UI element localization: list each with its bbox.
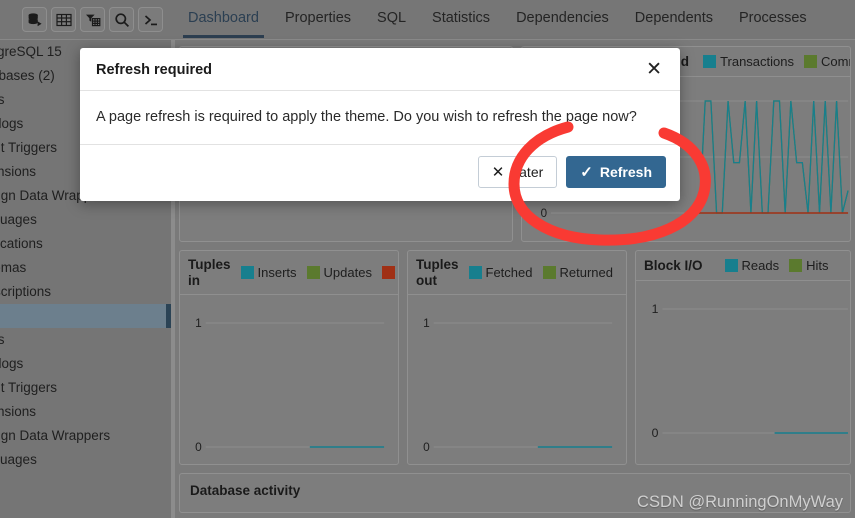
- tab-statistics[interactable]: Statistics: [419, 0, 503, 38]
- legend-swatch-updates: [306, 266, 320, 280]
- tab-dependents[interactable]: Dependents: [622, 0, 726, 38]
- tab-properties[interactable]: Properties: [272, 0, 364, 38]
- panel-title: Block I/O: [644, 257, 703, 273]
- chart-tuples-in: 1 0: [180, 295, 398, 464]
- panel-title: Tuples out: [416, 257, 459, 288]
- tab-sql[interactable]: SQL: [364, 0, 419, 38]
- tree-item-languages-2[interactable]: Languages: [0, 448, 175, 472]
- legend-item-updates[interactable]: Updates: [306, 265, 372, 281]
- tree-item-catalogs-2[interactable]: Catalogs: [0, 352, 175, 376]
- dialog-footer: ✕ Later ✓ Refresh: [80, 145, 680, 201]
- legend-swatch-commits: [804, 55, 817, 68]
- later-button-label: Later: [511, 164, 544, 180]
- legend-swatch-fetched: [468, 266, 482, 280]
- legend-label-commits: Commits: [821, 54, 850, 69]
- tab-processes[interactable]: Processes: [726, 0, 820, 38]
- legend-swatch-deletes: [381, 266, 395, 280]
- legend-swatch-hits: [789, 259, 803, 272]
- dialog-message: A page refresh is required to apply the …: [80, 91, 680, 145]
- legend-label-fetched: Fetched: [485, 265, 533, 281]
- panel-legend: Inserts Updates Deletes: [240, 265, 398, 281]
- check-icon: ✓: [580, 163, 593, 181]
- tree-item-schemas[interactable]: Schemas: [0, 256, 175, 280]
- tree-item-subscriptions[interactable]: Subscriptions: [0, 280, 175, 304]
- object-toolbar: [0, 0, 175, 40]
- legend-label-returned: Returned: [559, 265, 613, 281]
- query-tool-icon[interactable]: [22, 7, 47, 32]
- tab-bar: Dashboard Properties SQL Statistics Depe…: [175, 0, 855, 40]
- tree-item-languages[interactable]: Languages: [0, 208, 175, 232]
- legend-item-hits[interactable]: Hits: [789, 258, 828, 273]
- later-button[interactable]: ✕ Later: [477, 156, 558, 188]
- psql-terminal-icon[interactable]: [138, 7, 163, 32]
- legend-swatch-returned: [542, 266, 556, 280]
- legend-item-transactions[interactable]: Transactions: [703, 54, 794, 69]
- dialog-header: Refresh required ✕: [80, 48, 680, 91]
- legend-label-transactions: Transactions: [720, 54, 794, 69]
- y-tick-0: 0: [541, 207, 548, 220]
- panel-tuples-out: Tuples out Fetched Returned 1 0: [407, 250, 627, 465]
- refresh-required-dialog: Refresh required ✕ A page refresh is req…: [80, 48, 680, 201]
- view-data-icon[interactable]: [51, 7, 76, 32]
- tree-item-publications[interactable]: Publications: [0, 232, 175, 256]
- panel-title: Tuples in: [188, 257, 231, 288]
- panel-legend: Fetched Returned: [468, 265, 619, 281]
- tree-item-db4[interactable]: db4: [0, 304, 175, 328]
- legend-swatch-transactions: [703, 55, 717, 68]
- y-tick-1: 1: [652, 302, 659, 316]
- y-tick-1: 1: [423, 316, 430, 330]
- legend-label-updates: Updates: [323, 265, 372, 281]
- close-icon[interactable]: ✕: [644, 60, 664, 79]
- dialog-title: Refresh required: [96, 61, 213, 78]
- legend-item-reads[interactable]: Reads: [724, 258, 780, 273]
- legend-item-inserts[interactable]: Inserts: [240, 265, 297, 281]
- search-icon[interactable]: [109, 7, 134, 32]
- tab-dashboard[interactable]: Dashboard: [175, 0, 272, 38]
- legend-item-commits[interactable]: Commits: [804, 54, 850, 69]
- panel-tuples-in: Tuples in Inserts Updates Deletes: [179, 250, 399, 465]
- chart-block-io: 1 0: [636, 281, 850, 456]
- legend-label-reads: Reads: [741, 258, 780, 273]
- tab-dependencies[interactable]: Dependencies: [503, 0, 622, 38]
- cross-icon: ✕: [491, 163, 505, 181]
- panel-header: Block I/O Reads Hits: [636, 251, 850, 281]
- legend-item-fetched[interactable]: Fetched: [468, 265, 533, 281]
- legend-item-returned[interactable]: Returned: [542, 265, 613, 281]
- tree-item-casts-2[interactable]: Casts: [0, 328, 175, 352]
- y-tick-1: 1: [195, 316, 202, 330]
- panel-legend: Reads Hits: [724, 258, 835, 273]
- filtered-rows-icon[interactable]: [80, 7, 105, 32]
- refresh-button[interactable]: ✓ Refresh: [566, 156, 666, 188]
- chart-tuples-out: 1 0: [408, 295, 626, 464]
- panel-legend: Transactions Commits Rollbacks: [703, 54, 850, 69]
- tree-item-event-triggers-2[interactable]: Event Triggers: [0, 376, 175, 400]
- panel-header: Tuples in Inserts Updates Deletes: [180, 251, 398, 296]
- legend-swatch-reads: [724, 259, 738, 272]
- legend-swatch-inserts: [240, 266, 254, 280]
- legend-label-inserts: Inserts: [257, 265, 297, 281]
- refresh-button-label: Refresh: [599, 164, 652, 180]
- y-tick-0: 0: [195, 440, 202, 454]
- tree-item-foreign-data-wrappers-2[interactable]: Foreign Data Wrappers: [0, 424, 175, 448]
- watermark: CSDN @RunningOnMyWay: [637, 493, 843, 511]
- tree-item-extensions-2[interactable]: Extensions: [0, 400, 175, 424]
- panel-header: Tuples out Fetched Returned: [408, 251, 626, 296]
- legend-item-deletes[interactable]: Deletes: [381, 265, 398, 280]
- y-tick-0: 0: [652, 426, 659, 440]
- panel-block-io: Block I/O Reads Hits 1 0: [635, 250, 851, 465]
- y-tick-0: 0: [423, 440, 430, 454]
- legend-label-hits: Hits: [806, 258, 829, 273]
- dashboard-row-middle: Tuples in Inserts Updates Deletes: [179, 250, 851, 465]
